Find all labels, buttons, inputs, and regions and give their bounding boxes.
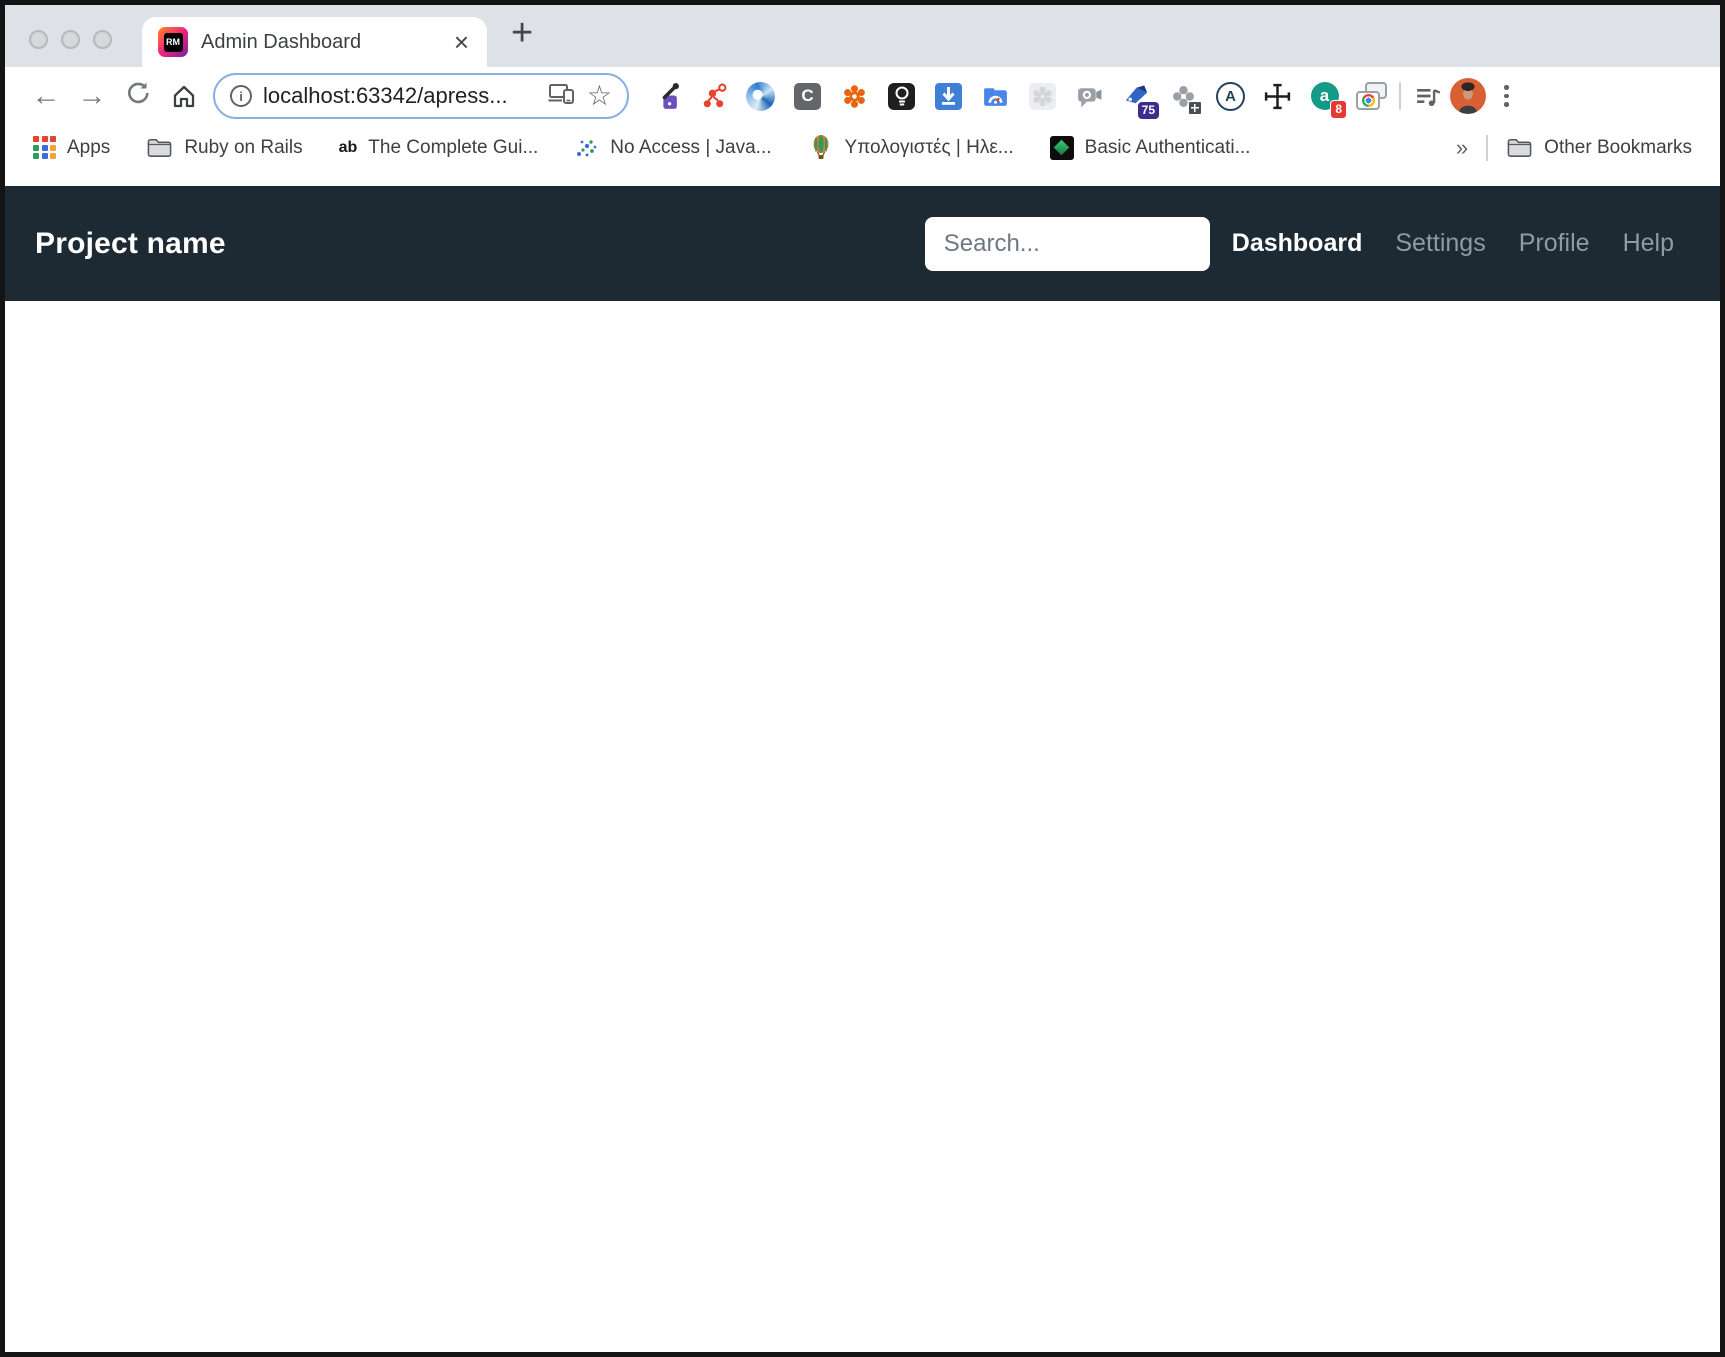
ab-icon: ab bbox=[338, 138, 358, 156]
folder-icon bbox=[1507, 139, 1532, 157]
home-icon[interactable] bbox=[161, 82, 207, 110]
bookmark-label: Basic Authenticati... bbox=[1084, 136, 1251, 158]
extension-badge-8: 8 bbox=[1330, 100, 1347, 119]
site-navbar: Project name Dashboard Settings Profile … bbox=[5, 186, 1720, 301]
bookmark-ruby-on-rails[interactable]: Ruby on Rails bbox=[146, 135, 303, 160]
tab-strip: RM Admin Dashboard × + bbox=[5, 5, 1720, 67]
letter-c-extension-icon[interactable]: C bbox=[792, 81, 823, 112]
other-bookmarks[interactable]: Other Bookmarks bbox=[1506, 135, 1692, 160]
bookmark-complete-guide[interactable]: ab The Complete Gui... bbox=[339, 137, 539, 159]
bookmark-label: No Access | Java... bbox=[610, 136, 772, 158]
maximize-window-button[interactable] bbox=[93, 29, 112, 49]
nav-link-settings[interactable]: Settings bbox=[1395, 229, 1485, 258]
orange-gear-extension-icon[interactable] bbox=[839, 81, 870, 112]
crosshair-move-extension-icon[interactable] bbox=[1262, 81, 1293, 112]
toolbar-separator bbox=[1399, 82, 1401, 110]
navbar-links: Dashboard Settings Profile Help bbox=[1232, 229, 1674, 258]
nav-link-help[interactable]: Help bbox=[1623, 229, 1674, 258]
bookmarks-separator bbox=[1486, 134, 1489, 161]
forward-icon[interactable]: → bbox=[69, 81, 115, 111]
scatter-dots-icon bbox=[577, 140, 597, 157]
tab-close-icon[interactable]: × bbox=[452, 29, 471, 55]
lighthouse-bulb-extension-icon[interactable] bbox=[886, 81, 917, 112]
chrome-logo-icon bbox=[1361, 94, 1375, 107]
extensions-row: C 75 A a 8 bbox=[651, 81, 1387, 119]
chrome-frames-extension-icon[interactable] bbox=[1356, 81, 1387, 112]
circled-a-extension-icon[interactable]: A bbox=[1215, 81, 1246, 112]
balloon-icon bbox=[813, 135, 829, 159]
profile-avatar[interactable] bbox=[1450, 78, 1486, 114]
eyedropper-extension-icon[interactable] bbox=[651, 81, 682, 112]
send-to-device-icon[interactable] bbox=[548, 82, 576, 111]
page-content bbox=[5, 301, 1720, 1352]
bookmark-apps[interactable]: Apps bbox=[33, 136, 110, 159]
nav-link-dashboard[interactable]: Dashboard bbox=[1232, 229, 1363, 258]
mini-window-icon bbox=[1188, 100, 1202, 115]
folder-icon bbox=[147, 139, 172, 157]
minimize-window-button[interactable] bbox=[61, 29, 80, 49]
new-tab-button[interactable]: + bbox=[511, 14, 533, 52]
teal-a-badge-extension-icon[interactable]: a 8 bbox=[1309, 81, 1347, 119]
browser-tab[interactable]: RM Admin Dashboard × bbox=[142, 17, 487, 67]
window-controls bbox=[29, 29, 112, 49]
blue-key-extension-icon[interactable]: 75 bbox=[1121, 81, 1159, 119]
bookmark-no-access[interactable]: No Access | Java... bbox=[574, 135, 772, 160]
navbar-brand[interactable]: Project name bbox=[35, 227, 226, 261]
bookmark-basic-auth[interactable]: Basic Authenticati... bbox=[1049, 135, 1251, 160]
download-arrow-extension-icon[interactable] bbox=[933, 81, 964, 112]
close-window-button[interactable] bbox=[29, 29, 48, 49]
bookmark-label: Apps bbox=[67, 136, 111, 158]
bookmark-computers-greek[interactable]: Υπολογιστές | Ηλε... bbox=[808, 134, 1014, 161]
bookmark-label: Other Bookmarks bbox=[1544, 136, 1692, 158]
address-bar[interactable]: i localhost:63342/apress... ☆ bbox=[213, 73, 629, 119]
bookmark-star-icon[interactable]: ☆ bbox=[587, 82, 612, 110]
camera-chat-extension-icon[interactable] bbox=[1074, 81, 1105, 112]
green-diamond-icon bbox=[1049, 135, 1074, 160]
tab-title: Admin Dashboard bbox=[201, 30, 362, 53]
browser-window: RM Admin Dashboard × + ← → i localhost:6… bbox=[0, 0, 1725, 1357]
back-icon[interactable]: ← bbox=[23, 81, 69, 111]
nav-link-profile[interactable]: Profile bbox=[1519, 229, 1590, 258]
bookmark-label: Ruby on Rails bbox=[184, 136, 303, 158]
extension-badge-75: 75 bbox=[1137, 102, 1159, 119]
rubymine-favicon-icon: RM bbox=[158, 27, 188, 57]
fan-window-extension-icon[interactable] bbox=[1168, 81, 1202, 115]
url-text[interactable]: localhost:63342/apress... bbox=[263, 83, 537, 109]
apps-grid-icon bbox=[33, 136, 56, 159]
org-people-extension-icon[interactable] bbox=[698, 81, 729, 112]
blue-swirl-extension-icon[interactable] bbox=[745, 81, 776, 112]
bookmark-label: The Complete Gui... bbox=[368, 136, 539, 158]
browser-toolbar: ← → i localhost:63342/apress... ☆ C 75 A… bbox=[5, 67, 1720, 125]
reload-icon[interactable] bbox=[115, 79, 161, 113]
faded-flower-extension-icon[interactable] bbox=[1027, 81, 1058, 112]
page-info-icon[interactable]: i bbox=[230, 85, 252, 107]
bookmarks-bar: Apps Ruby on Rails ab The Complete Gui..… bbox=[5, 125, 1720, 170]
search-input[interactable] bbox=[924, 216, 1210, 271]
bookmark-label: Υπολογιστές | Ηλε... bbox=[844, 136, 1014, 158]
page-top-margin bbox=[5, 170, 1720, 186]
folder-gauge-extension-icon[interactable] bbox=[980, 81, 1011, 112]
browser-menu-icon[interactable] bbox=[1496, 85, 1517, 107]
playlist-music-icon[interactable] bbox=[1413, 81, 1444, 112]
bookmarks-overflow-icon[interactable]: » bbox=[1456, 135, 1468, 161]
